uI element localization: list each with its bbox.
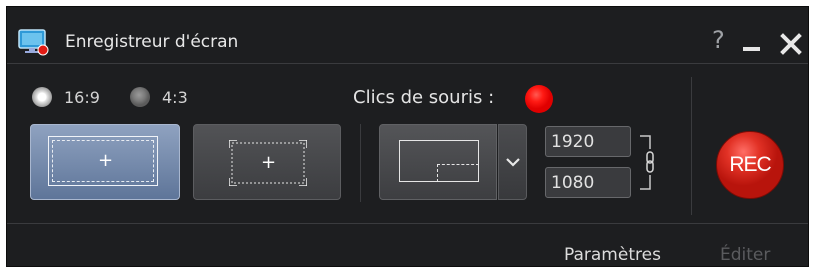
resolution-preset-button[interactable] [379, 124, 497, 200]
fullscreen-region-button[interactable]: + [30, 124, 180, 200]
aspect-4-3-label: 4:3 [162, 88, 188, 107]
aspect-4-3-radio[interactable] [130, 87, 150, 107]
title-divider [7, 63, 808, 64]
resolution-inner-icon [437, 164, 479, 182]
resolution-dropdown-button[interactable] [498, 124, 527, 200]
mouse-click-color-button[interactable] [525, 85, 553, 113]
record-label: REC [729, 153, 771, 176]
window-title: Enregistreur d'écran [65, 32, 239, 52]
minimize-button[interactable] [743, 47, 760, 51]
custom-region-button[interactable]: + [193, 124, 341, 200]
close-button[interactable] [779, 33, 803, 55]
record-button[interactable]: REC [716, 131, 784, 199]
rec-divider [691, 77, 692, 215]
aspect-16-9-label: 16:9 [64, 88, 100, 107]
section-divider [360, 124, 361, 202]
screen-recorder-icon [18, 29, 49, 56]
width-input[interactable] [545, 126, 631, 157]
footer-divider [7, 223, 808, 224]
aspect-16-9-radio[interactable] [32, 87, 52, 107]
plus-icon: + [261, 152, 277, 173]
chain-link-icon[interactable] [640, 135, 664, 190]
edit-link[interactable]: Éditer [720, 245, 770, 265]
settings-link[interactable]: Paramètres [564, 245, 661, 265]
chevron-down-icon [506, 158, 520, 167]
mouse-clicks-label: Clics de souris : [353, 87, 495, 108]
title-bar[interactable]: Enregistreur d'écran ? [7, 7, 808, 63]
plus-icon: + [98, 150, 114, 171]
help-button[interactable]: ? [712, 25, 725, 55]
screen-recorder-window: Enregistreur d'écran ? 16:9 4:3 Clics de… [6, 6, 809, 267]
height-input[interactable] [545, 167, 631, 198]
